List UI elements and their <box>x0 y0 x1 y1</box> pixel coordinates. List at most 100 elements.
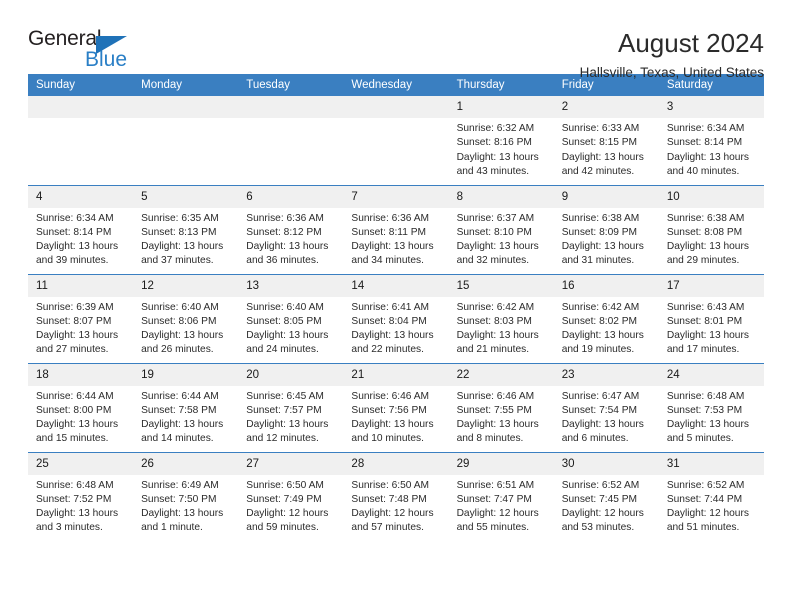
day-info-sunrise: Sunrise: 6:37 AM <box>456 212 535 224</box>
calendar-day-cell[interactable]: 31 Sunrise: 6:52 AM Sunset: 7:44 PM Dayligh… <box>658 451 764 541</box>
day-info-sunrise: Sunrise: 6:36 AM <box>246 212 324 224</box>
day-info-daylight-line1: Daylight: 13 hours <box>246 330 329 342</box>
calendar-day-cell[interactable]: 16 Sunrise: 6:42 AM Sunset: 8:02 PM Dayligh… <box>553 273 659 363</box>
day-info-sunset: Sunset: 7:53 PM <box>666 404 743 416</box>
day-cell-inner: 20 Sunrise: 6:45 AM Sunset: 7:57 PM Dayligh… <box>238 363 344 452</box>
day-info-daylight-line1: Daylight: 13 hours <box>561 241 644 253</box>
day-number: 10 <box>658 185 764 208</box>
page-title: August 2024 <box>617 28 764 58</box>
calendar-day-cell[interactable]: 17 Sunrise: 6:43 AM Sunset: 8:01 PM Dayligh… <box>658 273 764 363</box>
day-number: 6 <box>238 185 344 208</box>
calendar-page: General Blue August 2024 Hallsville, Tex… <box>0 0 792 612</box>
day-cell-inner: 5 Sunrise: 6:35 AM Sunset: 8:13 PM Daylight… <box>133 185 239 274</box>
day-cell-inner: 27 Sunrise: 6:50 AM Sunset: 7:49 PM Dayligh… <box>238 452 344 542</box>
calendar-day-cell[interactable]: 24 Sunrise: 6:48 AM Sunset: 7:53 PM Dayligh… <box>658 362 764 452</box>
day-number <box>28 96 134 118</box>
calendar-day-cell[interactable]: 9 Sunrise: 6:38 AM Sunset: 8:09 PM Daylight… <box>553 184 659 274</box>
day-info-daylight-line1: Daylight: 13 hours <box>141 330 224 342</box>
calendar-day-cell[interactable]: 1 Sunrise: 6:32 AM Sunset: 8:16 PM Daylight… <box>448 96 554 185</box>
day-info: Sunrise: 6:42 AM Sunset: 8:03 PM Daylight:… <box>449 297 554 358</box>
day-info-sunrise: Sunrise: 6:33 AM <box>561 123 640 134</box>
calendar-day-cell[interactable]: 10 Sunrise: 6:38 AM Sunset: 8:08 PM Dayligh… <box>658 184 764 274</box>
calendar-week-row: 25 Sunrise: 6:48 AM Sunset: 7:52 PM Dayligh… <box>28 451 764 542</box>
day-info-daylight-line1: Daylight: 13 hours <box>666 419 749 431</box>
day-info: Sunrise: 6:46 AM Sunset: 7:55 PM Daylight:… <box>449 386 554 447</box>
day-number: 8 <box>448 185 554 208</box>
calendar-day-cell[interactable]: 4 Sunrise: 6:34 AM Sunset: 8:14 PM Daylight… <box>28 184 134 274</box>
calendar-day-cell[interactable]: 26 Sunrise: 6:49 AM Sunset: 7:50 PM Dayligh… <box>133 451 239 541</box>
day-cell-inner: 4 Sunrise: 6:34 AM Sunset: 8:14 PM Daylight… <box>28 185 134 274</box>
day-info-daylight-line2: and 55 minutes. <box>456 522 530 534</box>
day-cell-inner: 15 Sunrise: 6:42 AM Sunset: 8:03 PM Dayligh… <box>448 274 554 363</box>
calendar-day-cell[interactable]: 5 Sunrise: 6:35 AM Sunset: 8:13 PM Daylight… <box>133 184 239 274</box>
day-info-daylight-line2: and 51 minutes. <box>666 522 740 534</box>
day-cell-inner: 11 Sunrise: 6:39 AM Sunset: 8:07 PM Dayligh… <box>28 274 134 363</box>
day-number: 26 <box>133 452 239 475</box>
day-info: Sunrise: 6:36 AM Sunset: 8:12 PM Daylight:… <box>238 208 343 269</box>
general-blue-logo[interactable]: General Blue <box>28 27 143 73</box>
day-cell-inner: 29 Sunrise: 6:51 AM Sunset: 7:47 PM Dayligh… <box>448 452 554 542</box>
calendar-day-cell[interactable]: 14 Sunrise: 6:41 AM Sunset: 8:04 PM Dayligh… <box>343 273 449 363</box>
day-info-sunset: Sunset: 8:06 PM <box>141 315 217 327</box>
day-info-daylight-line1: Daylight: 13 hours <box>351 241 434 253</box>
day-info-sunrise: Sunrise: 6:48 AM <box>666 390 745 402</box>
calendar-day-cell[interactable]: 3 Sunrise: 6:34 AM Sunset: 8:14 PM Daylight… <box>658 96 764 185</box>
day-info-daylight-line2: and 15 minutes. <box>36 433 109 445</box>
day-info: Sunrise: 6:38 AM Sunset: 8:08 PM Daylight:… <box>659 208 764 269</box>
day-info-daylight-line2: and 10 minutes. <box>351 433 424 445</box>
day-info-daylight-line2: and 5 minutes. <box>666 433 734 445</box>
calendar-day-cell[interactable]: 21 Sunrise: 6:46 AM Sunset: 7:56 PM Dayligh… <box>343 362 449 452</box>
calendar-day-cell[interactable]: 22 Sunrise: 6:46 AM Sunset: 7:55 PM Dayligh… <box>448 362 554 452</box>
day-info-sunrise: Sunrise: 6:34 AM <box>666 123 745 134</box>
day-info-daylight-line2: and 57 minutes. <box>351 522 424 534</box>
calendar-day-cell[interactable]: 12 Sunrise: 6:40 AM Sunset: 8:06 PM Dayligh… <box>133 273 239 363</box>
day-info-daylight-line1: Daylight: 13 hours <box>36 508 119 520</box>
calendar-day-cell[interactable]: 23 Sunrise: 6:47 AM Sunset: 7:54 PM Dayligh… <box>553 362 659 452</box>
day-number: 13 <box>238 274 344 297</box>
day-info-sunset: Sunset: 8:02 PM <box>561 315 638 327</box>
day-info-daylight-line1: Daylight: 13 hours <box>36 419 119 431</box>
day-info: Sunrise: 6:51 AM Sunset: 7:47 PM Daylight:… <box>449 475 554 536</box>
day-number: 28 <box>343 452 449 475</box>
day-info-daylight-line1: Daylight: 13 hours <box>141 508 224 520</box>
day-number: 21 <box>343 363 449 386</box>
calendar-day-cell[interactable]: 20 Sunrise: 6:45 AM Sunset: 7:57 PM Dayligh… <box>238 362 344 452</box>
calendar-day-cell[interactable]: 6 Sunrise: 6:36 AM Sunset: 8:12 PM Daylight… <box>238 184 344 274</box>
calendar-day-cell[interactable]: 11 Sunrise: 6:39 AM Sunset: 8:07 PM Dayligh… <box>28 273 134 363</box>
day-info-daylight-line1: Daylight: 12 hours <box>246 508 329 520</box>
calendar-day-cell[interactable]: 15 Sunrise: 6:42 AM Sunset: 8:03 PM Dayligh… <box>448 273 554 363</box>
title-block: August 2024 Hallsville, Texas, United St… <box>143 27 764 83</box>
day-info: Sunrise: 6:39 AM Sunset: 8:07 PM Daylight:… <box>28 297 133 358</box>
calendar-day-cell[interactable]: 27 Sunrise: 6:50 AM Sunset: 7:49 PM Dayligh… <box>238 451 344 542</box>
day-number: 2 <box>553 96 659 118</box>
calendar-day-cell-empty <box>343 96 449 185</box>
day-info-sunrise: Sunrise: 6:40 AM <box>246 301 324 313</box>
calendar-day-cell[interactable]: 7 Sunrise: 6:36 AM Sunset: 8:11 PM Daylight… <box>343 184 449 274</box>
day-info: Sunrise: 6:32 AM Sunset: 8:16 PM Daylight:… <box>449 118 554 179</box>
calendar-day-cell[interactable]: 29 Sunrise: 6:51 AM Sunset: 7:47 PM Dayligh… <box>448 451 554 542</box>
calendar-day-cell[interactable]: 28 Sunrise: 6:50 AM Sunset: 7:48 PM Dayligh… <box>343 451 449 541</box>
calendar-day-cell[interactable]: 18 Sunrise: 6:44 AM Sunset: 8:00 PM Dayligh… <box>28 362 134 452</box>
day-info-sunrise: Sunrise: 6:50 AM <box>246 479 324 491</box>
day-info-daylight-line1: Daylight: 13 hours <box>456 241 539 253</box>
day-number: 4 <box>28 185 134 208</box>
day-info-sunset: Sunset: 7:56 PM <box>351 404 427 416</box>
day-number <box>343 96 449 118</box>
day-info-sunrise: Sunrise: 6:39 AM <box>36 301 114 313</box>
day-cell-inner: 9 Sunrise: 6:38 AM Sunset: 8:09 PM Daylight… <box>553 185 659 274</box>
day-info-sunrise: Sunrise: 6:34 AM <box>36 212 114 224</box>
day-info-sunrise: Sunrise: 6:43 AM <box>666 301 745 313</box>
calendar-day-cell[interactable]: 30 Sunrise: 6:52 AM Sunset: 7:45 PM Dayligh… <box>553 451 659 541</box>
calendar-day-cell[interactable]: 13 Sunrise: 6:40 AM Sunset: 8:05 PM Dayligh… <box>238 273 344 363</box>
day-info-sunrise: Sunrise: 6:46 AM <box>456 390 535 402</box>
calendar-day-cell-empty <box>133 96 239 185</box>
calendar-day-cell[interactable]: 25 Sunrise: 6:48 AM Sunset: 7:52 PM Dayligh… <box>28 451 134 541</box>
day-info-daylight-line2: and 37 minutes. <box>141 255 214 267</box>
calendar-day-cell[interactable]: 8 Sunrise: 6:37 AM Sunset: 8:10 PM Daylight… <box>448 184 554 274</box>
day-info: Sunrise: 6:38 AM Sunset: 8:09 PM Daylight:… <box>554 208 659 269</box>
day-info-daylight-line1: Daylight: 13 hours <box>246 241 329 253</box>
day-info-daylight-line2: and 40 minutes. <box>666 165 740 177</box>
calendar-day-cell[interactable]: 2 Sunrise: 6:33 AM Sunset: 8:15 PM Daylight… <box>553 96 659 185</box>
calendar-day-cell[interactable]: 19 Sunrise: 6:44 AM Sunset: 7:58 PM Dayligh… <box>133 362 239 452</box>
day-info-daylight-line1: Daylight: 13 hours <box>351 330 434 342</box>
